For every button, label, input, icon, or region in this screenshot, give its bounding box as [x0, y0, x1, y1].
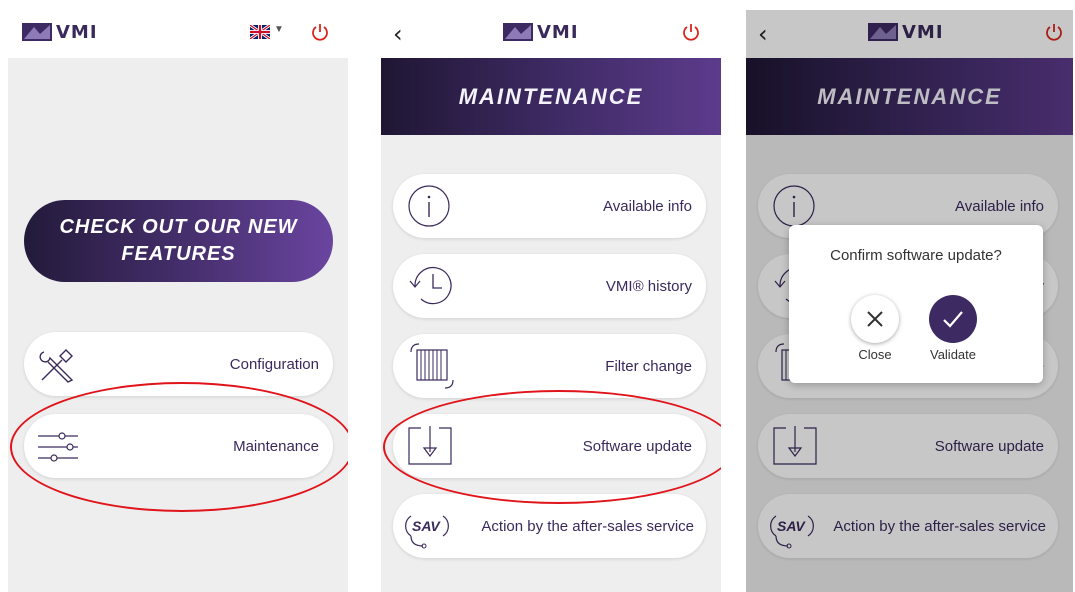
- validate-label: Validate: [929, 347, 976, 362]
- new-features-button[interactable]: CHECK OUT OUR NEW FEATURES: [24, 200, 333, 282]
- brand-logo: VMI: [503, 21, 579, 43]
- page-header: MAINTENANCE: [381, 58, 721, 135]
- tools-icon: [39, 349, 74, 383]
- highlight-oval: [383, 390, 721, 504]
- confirm-dialog: Confirm software update? Close Validate: [789, 225, 1043, 383]
- menu-item-vmi-history[interactable]: VMI® history: [393, 254, 706, 318]
- filter-icon: [410, 343, 454, 389]
- menu-item-label: Filter change: [605, 358, 692, 375]
- menu-item-filter-change[interactable]: Filter change: [393, 334, 706, 398]
- menu-item-label: VMI® history: [605, 278, 692, 295]
- brand-name: VMI: [537, 21, 579, 43]
- menu-item-label: Action by the after-sales service: [481, 518, 694, 535]
- brand-name: VMI: [56, 21, 98, 43]
- maintenance-confirm-screen: ‹ VMI MAINTENANCE Available info ry: [746, 10, 1073, 592]
- page-title: MAINTENANCE: [458, 84, 644, 109]
- chevron-down-icon[interactable]: ▼: [274, 24, 284, 35]
- history-icon: [409, 266, 452, 305]
- close-label: Close: [858, 347, 892, 362]
- brand-logo: VMI: [22, 21, 98, 43]
- sav-icon: SAV: [401, 510, 453, 549]
- sav-icon-text: SAV: [412, 518, 440, 534]
- close-button[interactable]: [851, 295, 899, 343]
- top-bar: VMI ▼: [8, 10, 348, 58]
- new-features-label: CHECK OUT OUR NEW FEATURES: [59, 216, 298, 265]
- power-icon[interactable]: [681, 22, 701, 42]
- logo-mark-icon: [22, 23, 52, 41]
- close-icon: [867, 311, 883, 327]
- home-screen: VMI ▼ CHECK OUT OUR NEW FEATURES Configu…: [8, 10, 348, 592]
- back-icon[interactable]: ‹: [393, 20, 403, 48]
- top-bar: ‹ VMI: [381, 10, 721, 58]
- power-icon[interactable]: [310, 22, 330, 42]
- checkmark-icon: [943, 311, 963, 328]
- logo-mark-icon: [503, 23, 533, 41]
- maintenance-screen: ‹ VMI MAINTENANCE Available info VMI® hi…: [381, 10, 721, 592]
- validate-button[interactable]: [929, 295, 977, 343]
- highlight-oval: [10, 382, 348, 512]
- dialog-question: Confirm software update?: [830, 247, 1002, 264]
- menu-item-label: Configuration: [229, 356, 319, 373]
- uk-flag-icon[interactable]: [250, 25, 270, 39]
- menu-item-available-info[interactable]: Available info: [393, 174, 706, 238]
- info-icon: [408, 185, 450, 227]
- menu-item-label: Available info: [603, 198, 692, 215]
